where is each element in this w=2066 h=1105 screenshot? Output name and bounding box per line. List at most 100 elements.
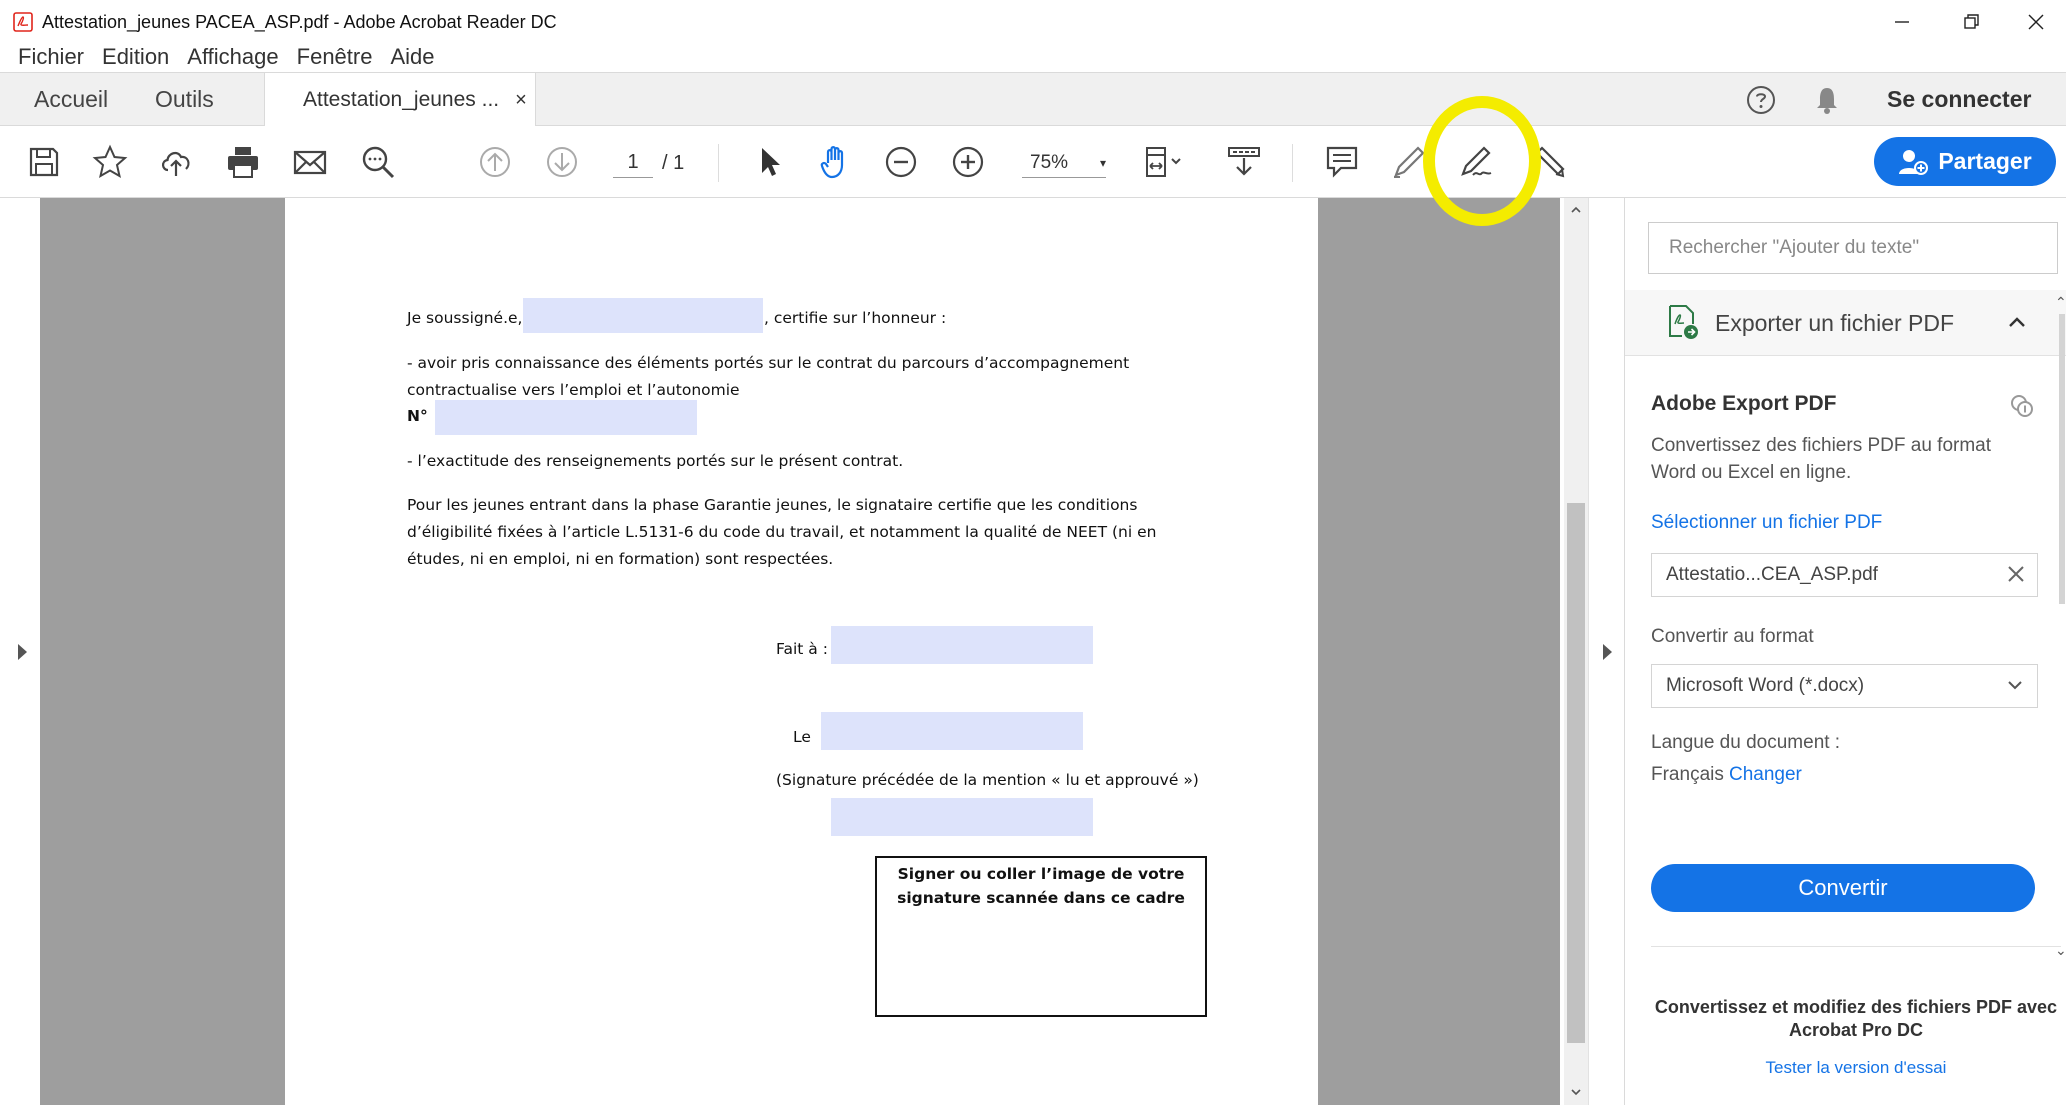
fill-sign-icon — [1535, 146, 1565, 178]
share-button[interactable]: Partager — [1874, 137, 2056, 186]
page-number-input[interactable] — [613, 148, 653, 178]
comment-button[interactable] — [1324, 144, 1360, 180]
format-select[interactable]: Microsoft Word (*.docx) — [1651, 664, 2038, 708]
text-signature-mention: (Signature précédée de la mention « lu e… — [776, 771, 1199, 789]
selected-file: Attestatio...CEA_ASP.pdf — [1651, 553, 2038, 597]
save-button[interactable] — [26, 144, 62, 180]
panel-divider — [1651, 946, 2061, 947]
bookmark-star-icon — [92, 144, 128, 179]
text-line7: d’éligibilité fixées à l’article L.5131-… — [407, 523, 1157, 541]
export-pdf-header[interactable]: Exporter un fichier PDF — [1625, 290, 2066, 356]
select-pdf-link[interactable]: Sélectionner un fichier PDF — [1651, 512, 1882, 534]
tool-search-input[interactable] — [1648, 222, 2058, 274]
highlight-button[interactable] — [1390, 144, 1426, 180]
toolbar-divider — [718, 144, 719, 182]
menu-edition[interactable]: Edition — [94, 42, 179, 72]
menu-bar: Fichier Edition Affichage Fenêtre Aide — [0, 42, 445, 72]
select-tool-button[interactable] — [752, 144, 788, 180]
text-certifie: , certifie sur l’honneur : — [764, 309, 947, 327]
previous-page-button[interactable] — [477, 144, 513, 180]
zoom-out-icon — [885, 146, 917, 178]
fit-page-button[interactable] — [1143, 144, 1187, 180]
chevron-up-icon[interactable] — [2005, 312, 2029, 332]
info-coins-icon[interactable] — [2009, 393, 2035, 419]
scrollbar-thumb[interactable] — [1567, 503, 1585, 1043]
help-icon[interactable] — [1746, 85, 1776, 115]
export-pdf-title: Exporter un fichier PDF — [1715, 310, 1955, 336]
zoom-out-button[interactable] — [883, 144, 919, 180]
acrobat-app-icon — [13, 12, 33, 32]
clear-file-icon[interactable] — [2005, 563, 2027, 585]
tab-close-icon[interactable]: × — [515, 89, 527, 112]
add-user-icon — [1899, 149, 1929, 175]
convert-format-label: Convertir au format — [1651, 626, 1814, 647]
tab-document[interactable]: Attestation_jeunes ... × — [264, 73, 536, 127]
signature-box[interactable]: Signer ou coller l’image de votre signat… — [875, 856, 1207, 1017]
page-up-icon — [480, 147, 510, 177]
scroll-mode-button[interactable] — [1226, 144, 1262, 180]
text-fait-a: Fait à : — [776, 640, 828, 658]
close-window-button[interactable] — [2006, 0, 2066, 44]
right-panel-toggle[interactable] — [1588, 198, 1624, 1105]
panel-scroll-up-icon[interactable]: ⌃ — [2055, 294, 2066, 311]
print-icon — [228, 147, 258, 178]
tools-pane: Exporter un fichier PDF ⌃ ⌄ Adobe Export… — [1624, 198, 2066, 1105]
restore-button[interactable] — [1942, 0, 2002, 44]
date-field[interactable] — [821, 712, 1083, 750]
menu-fichier[interactable]: Fichier — [0, 42, 94, 72]
hand-icon — [820, 146, 844, 179]
bookmark-button[interactable] — [92, 144, 128, 180]
toolbar-divider — [1292, 144, 1293, 182]
menu-fenetre[interactable]: Fenêtre — [289, 42, 383, 72]
language-value: Français — [1651, 764, 1724, 785]
fill-sign-button[interactable] — [1532, 144, 1568, 180]
zoom-in-button[interactable] — [950, 144, 986, 180]
text-soussigne: Je soussigné.e, — [407, 309, 523, 327]
text-numero: N° — [407, 407, 428, 425]
minimize-button[interactable] — [1872, 0, 1932, 44]
sign-button[interactable] — [1458, 144, 1494, 180]
contract-number-field[interactable] — [435, 400, 697, 435]
export-pdf-icon — [1669, 305, 1698, 339]
trial-link[interactable]: Tester la version d'essai — [1651, 1058, 2061, 1078]
toolbar: / 1 75% ▾ Partager — [0, 126, 2066, 198]
email-button[interactable] — [292, 144, 328, 180]
collapse-arrow-icon — [1603, 644, 1612, 660]
left-panel-toggle[interactable] — [8, 198, 40, 1105]
tab-home[interactable]: Accueil — [34, 73, 108, 126]
acrobat-pro-promo: Convertissez et modifiez des fichiers PD… — [1654, 997, 2058, 1040]
find-button[interactable] — [360, 144, 396, 180]
tab-tools[interactable]: Outils — [155, 73, 214, 126]
sign-icon — [1461, 146, 1492, 176]
convert-button[interactable]: Convertir — [1651, 864, 2035, 912]
save-icon — [29, 147, 59, 177]
upload-cloud-button[interactable] — [158, 144, 194, 180]
search-zoom-icon — [362, 146, 395, 179]
print-button[interactable] — [225, 144, 261, 180]
signature-box-label: Signer ou coller l’image de votre signat… — [897, 865, 1185, 907]
scroll-down-icon[interactable] — [1570, 1086, 1582, 1098]
menu-affichage[interactable]: Affichage — [179, 42, 288, 72]
hand-tool-button[interactable] — [818, 144, 854, 180]
language-label: Langue du document : — [1651, 732, 1841, 753]
sign-in-link[interactable]: Se connecter — [1887, 73, 2031, 126]
mention-field[interactable] — [831, 798, 1093, 836]
change-language-link[interactable]: Changer — [1729, 764, 1802, 786]
text-le: Le — [793, 728, 811, 746]
notifications-bell-icon[interactable] — [1813, 85, 1841, 115]
menu-aide[interactable]: Aide — [382, 42, 444, 72]
zoom-in-icon — [952, 146, 984, 178]
chevron-down-icon — [2008, 681, 2022, 690]
tab-document-label: Attestation_jeunes ... — [303, 88, 500, 111]
panel-scroll-down-icon[interactable]: ⌄ — [2055, 942, 2066, 959]
comment-icon — [1326, 146, 1358, 178]
place-field[interactable] — [831, 626, 1093, 664]
tab-bar: Accueil Outils Attestation_jeunes ... × … — [0, 72, 2066, 127]
document-scrollbar[interactable] — [1564, 198, 1588, 1105]
next-page-button[interactable] — [544, 144, 580, 180]
format-select-value: Microsoft Word (*.docx) — [1666, 675, 1865, 696]
scroll-up-icon[interactable] — [1570, 204, 1582, 216]
name-field[interactable] — [523, 298, 763, 333]
zoom-level-select[interactable]: 75% ▾ — [1022, 148, 1106, 178]
panel-scrollbar-thumb[interactable] — [2059, 314, 2065, 604]
